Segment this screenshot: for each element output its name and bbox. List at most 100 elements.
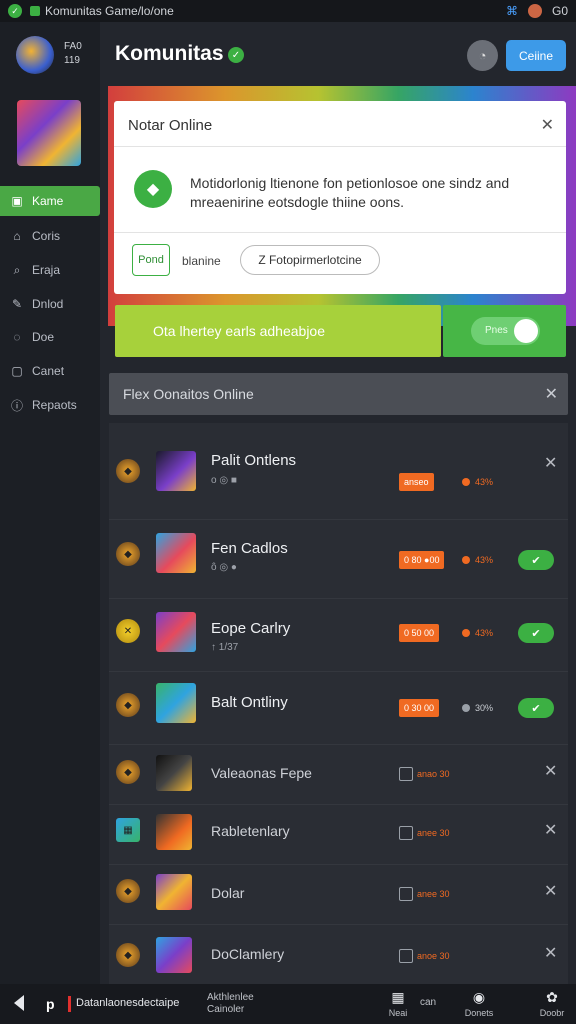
notification-icon: ◉ (472, 989, 486, 1005)
sidebar-item-label: Canet (32, 364, 65, 378)
accept-button[interactable]: ✔ (518, 550, 554, 570)
sidebar-code-line: 119 (64, 55, 80, 66)
list-item[interactable]: ✕ Eope Carlry ↑ 1/37 0 50 00 43% ✔ (109, 599, 568, 672)
online-button[interactable]: Ceiine (506, 40, 566, 71)
nav-label: Neai (388, 1008, 408, 1018)
player-name: Dolar (211, 885, 245, 901)
list-item[interactable]: ◆ Dolar anee 30 ✕ (109, 865, 568, 925)
status-badge: anao 30 (417, 769, 450, 779)
secondary-button[interactable]: Z Fotopirmerlotcine (240, 245, 380, 275)
list-item[interactable]: ◆ DoClamlery anoe 30 ✕ (109, 925, 568, 984)
close-icon[interactable]: ✕ (544, 943, 557, 963)
player-name: Rabletenlary (211, 823, 290, 839)
player-meta: o ◎ ■ (211, 475, 237, 486)
rank-badge-icon: ◆ (116, 459, 140, 483)
sidebar-item-coris[interactable]: ⌂ Coris (0, 221, 100, 251)
status-code: G0 (551, 4, 568, 18)
player-name: Balt Ontliny (211, 694, 288, 711)
doc-icon: ▢ (11, 364, 23, 378)
divider (114, 146, 566, 147)
sidebar-item-label: Doe (32, 330, 55, 344)
chat-button[interactable]: ◔ (467, 40, 498, 71)
sidebar-item-doe[interactable]: ◌ Doe (0, 322, 100, 352)
ping-value: 43% (475, 628, 494, 638)
nav-donets[interactable]: ◉ Donets (459, 989, 499, 1018)
calendar-icon: ▣ (11, 194, 23, 208)
list-title: Flex Oonaitos Online (123, 386, 254, 402)
notification-modal: Notar Online ✕ ◆ Motidorlonig ltienone f… (114, 101, 566, 294)
close-icon[interactable]: ✕ (544, 761, 557, 781)
bottom-bar: p Datanlaonesdectaipe Akthlenlee Cainole… (0, 984, 576, 1024)
pond-button[interactable]: Pond (132, 244, 170, 276)
status-badge: 0 30 00 (399, 699, 440, 717)
sidebar-item-label: Repaots (32, 398, 77, 412)
list-item[interactable]: ◆ Palit Ontlens o ◎ ■ anseo 43% ✕ (109, 423, 568, 520)
status-dot-icon (462, 556, 470, 564)
status-dot-icon (462, 629, 470, 637)
status-badge: anoe 30 (417, 951, 450, 961)
accept-button[interactable]: ✔ (518, 698, 554, 718)
bottom-status-line: Akthlenlee (207, 992, 254, 1003)
close-icon[interactable]: ✕ (544, 453, 557, 473)
p-button[interactable]: p (46, 996, 55, 1012)
game-thumbnail (156, 814, 192, 850)
sidebar-item-canet[interactable]: ▢ Canet (0, 356, 100, 386)
avatar[interactable] (16, 36, 54, 74)
status-dot-icon (462, 704, 470, 712)
search-icon: ⌕ (13, 262, 21, 277)
game-thumbnail (156, 451, 196, 491)
sidebar-item-kame[interactable]: ▣ Kame (0, 186, 100, 216)
sidebar-code: FA0 119 (64, 40, 82, 68)
status-badge: 0 80 ●00 (399, 551, 445, 569)
rank-badge-icon: ◆ (116, 693, 140, 717)
sidebar-item-label: Eraja (32, 263, 61, 277)
page-title: Komunitas (115, 42, 224, 65)
list-item[interactable]: ◆ Fen Cadlos ô ◎ ● 0 80 ●00 43% ✔ (109, 520, 568, 599)
sidebar-item-label: Dnlod (32, 297, 64, 311)
accept-button[interactable]: ✔ (518, 623, 554, 643)
nav-label: Donets (464, 1008, 494, 1018)
bottom-status: Akthlenlee Cainoler (207, 992, 254, 1016)
close-icon[interactable]: ✕ (541, 115, 554, 135)
online-toggle[interactable]: Pnes (471, 317, 540, 345)
player-meta: ô ◎ ● (211, 562, 237, 573)
game-thumbnail[interactable] (17, 100, 81, 166)
status-title: Komunitas Game/lo/one (45, 4, 174, 18)
sidebar-item-repaots[interactable]: ⓘ Repaots (0, 390, 100, 420)
app-icon (30, 6, 40, 16)
player-name: Valeaonas Fepe (211, 765, 312, 781)
close-icon[interactable]: ✕ (545, 384, 558, 404)
promo-banner[interactable]: Ota lhertey earls adheabjoe (115, 305, 441, 357)
toggle-knob (514, 319, 538, 343)
nav-extra: can (419, 997, 437, 1008)
game-thumbnail (156, 937, 192, 973)
close-icon[interactable]: ✕ (544, 820, 557, 840)
game-thumbnail (156, 533, 196, 573)
rank-badge-icon: ✕ (116, 619, 140, 643)
header: Komunitas ✓ ◔ Ceiine (100, 22, 576, 86)
nav-label: Doobr (539, 1008, 565, 1018)
list-item[interactable]: ◆ Balt Ontliny 0 30 00 30% ✔ (109, 672, 568, 745)
rank-badge-icon: ◆ (116, 943, 140, 967)
link-icon: ⌘ (505, 4, 518, 18)
list-item[interactable]: ◆ Valeaonas Fepe anao 30 ✕ (109, 745, 568, 805)
current-input[interactable]: Datanlaonesdectaipe (76, 997, 179, 1009)
check-icon: ✓ (8, 4, 22, 18)
status-badge: anseo (399, 473, 434, 491)
banner-text: Ota lhertey earls adheabjoe (153, 323, 325, 339)
player-name: Palit Ontlens (211, 452, 297, 469)
nav-doobr[interactable]: ✿ Doobr (532, 989, 572, 1018)
close-icon[interactable]: ✕ (544, 881, 557, 901)
toggle-panel: Pnes (443, 305, 566, 357)
sidebar-item-eraja[interactable]: ⌕ Eraja (0, 255, 100, 285)
list-item[interactable]: ▦ Rabletenlary anee 30 ✕ (109, 805, 568, 865)
ping-value: 43% (475, 555, 494, 565)
back-icon[interactable] (14, 995, 24, 1011)
status-bar: ✓ Komunitas Game/lo/one ⌘ G0 (0, 0, 576, 22)
toggle-label: Pnes (485, 325, 508, 336)
sidebar-item-dnlod[interactable]: ✎ Dnlod (0, 289, 100, 319)
divider (114, 232, 566, 233)
ping-value: 30% (475, 703, 494, 713)
bag-icon: ⌂ (13, 229, 21, 243)
modal-text: Motidorlonig ltienone fon petionlosoe on… (190, 175, 510, 210)
